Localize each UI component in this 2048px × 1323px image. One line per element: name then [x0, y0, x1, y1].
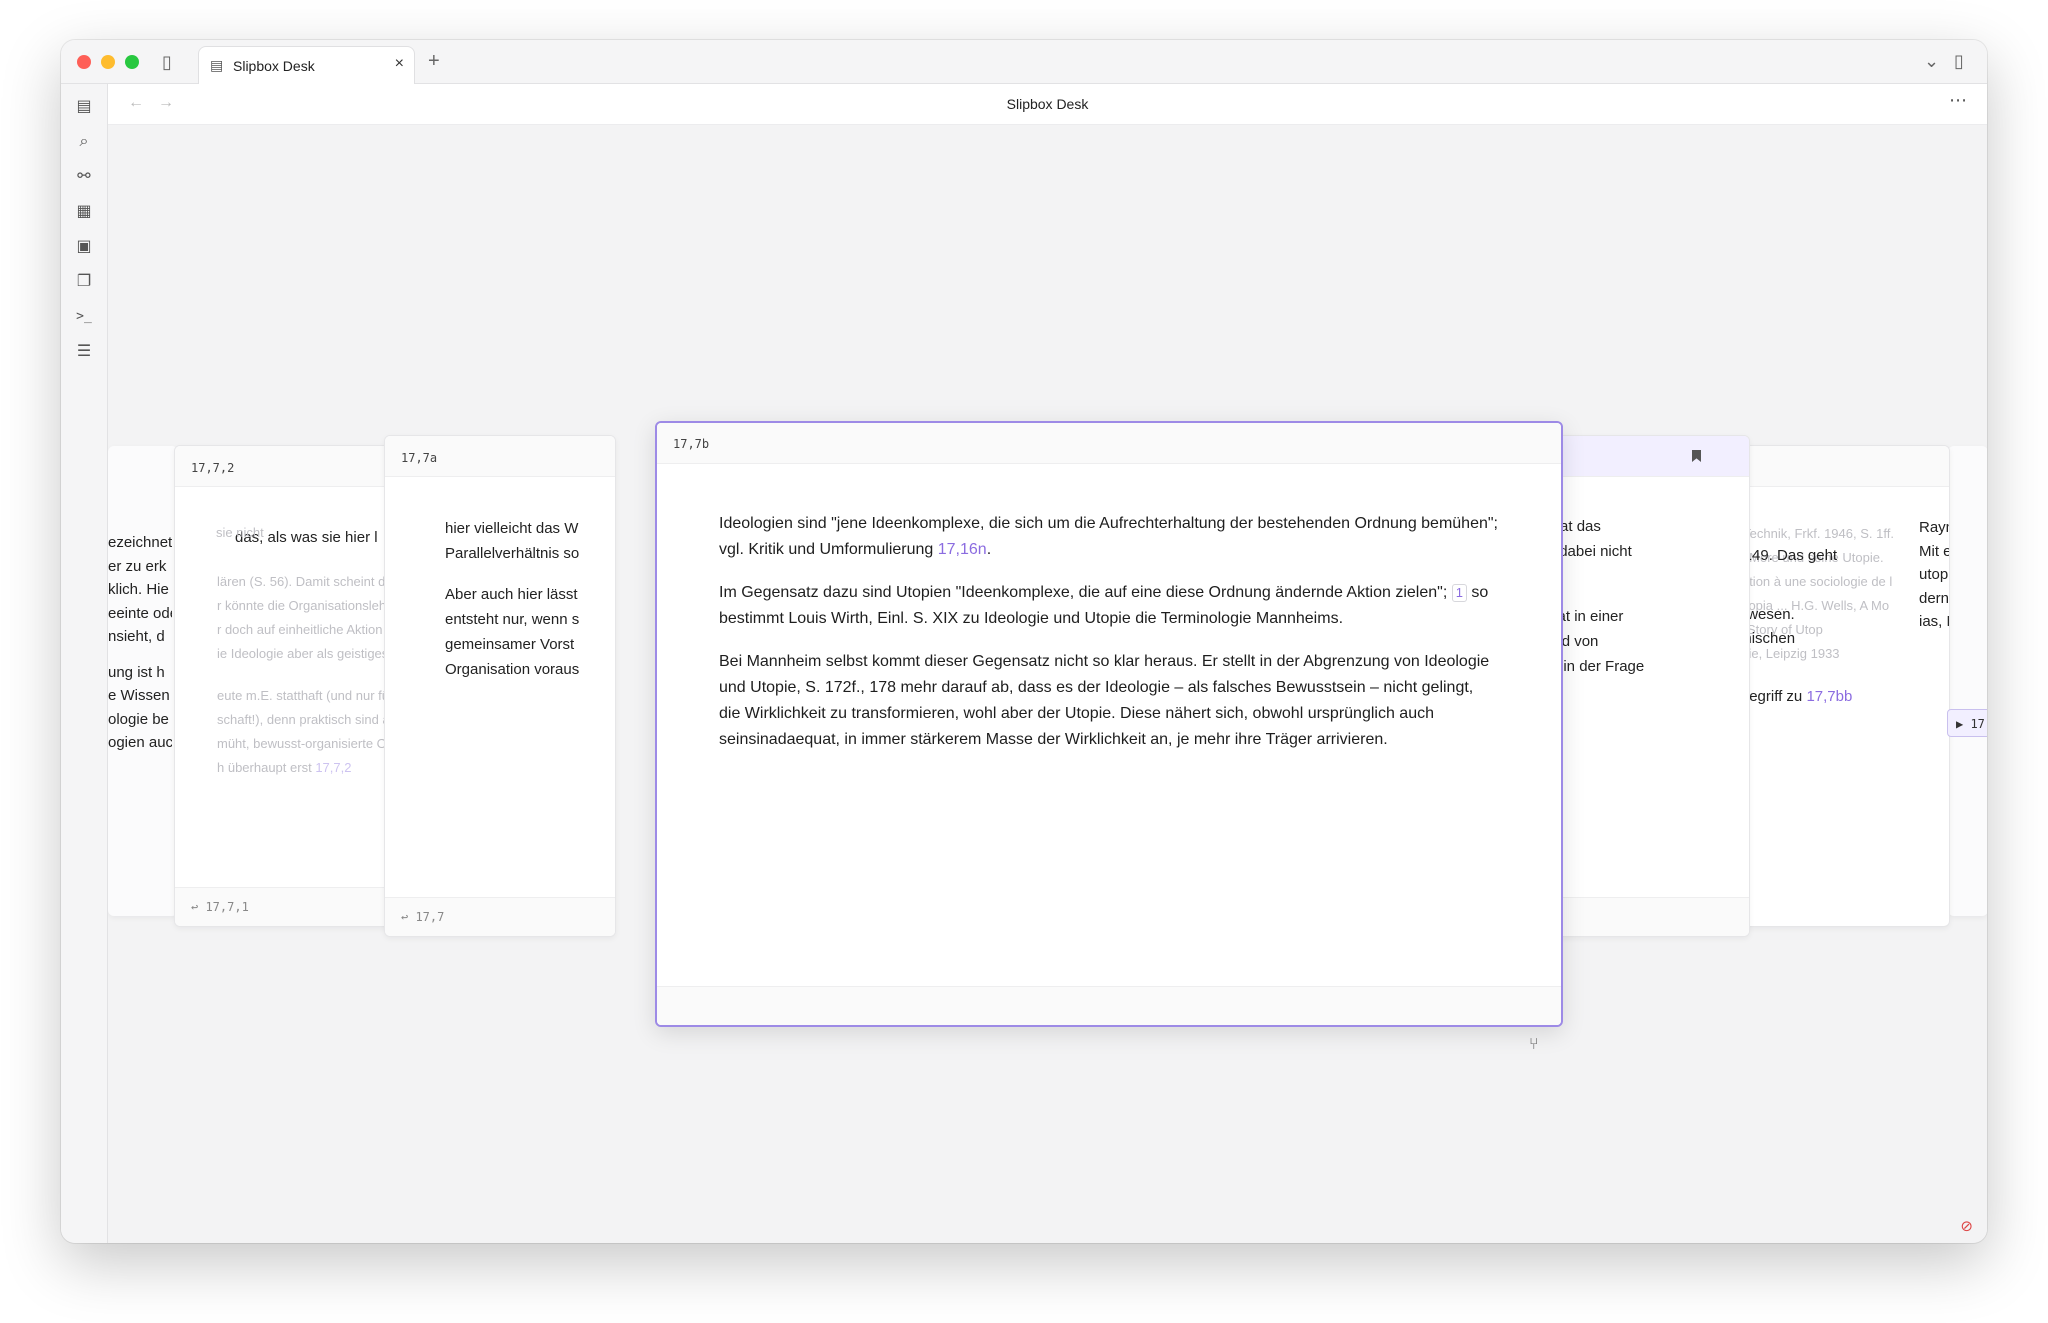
maximize-window-button[interactable]: [125, 55, 139, 69]
card-link[interactable]: 17,7,2: [315, 760, 351, 775]
sidebar-right-icon[interactable]: ▯: [1954, 52, 1964, 70]
card-text: utopie, C: [1919, 566, 1949, 583]
close-window-button[interactable]: [77, 55, 91, 69]
grid-icon[interactable]: ▦: [73, 201, 95, 223]
card-text: ezeichnet: [108, 534, 172, 551]
more-icon[interactable]: ⋯: [1949, 90, 1967, 111]
card-text: Aber auch hier lässt: [445, 586, 578, 603]
paragraph-text: .: [986, 541, 992, 558]
card-text: ias, New: [1919, 613, 1949, 630]
title-bar: ▯ ▤ Slipbox Desk × + ⌄ ▯: [61, 40, 1987, 84]
card-text: Mit einer I: [1919, 542, 1949, 560]
paragraph-3: Bei Mannheim selbst kommt dieser Gegensa…: [719, 653, 1490, 748]
list-icon[interactable]: ☰: [73, 341, 95, 363]
archive-icon: ▤: [210, 57, 224, 73]
card-text: er zu erk: [108, 557, 167, 575]
page-title: Slipbox Desk: [1006, 96, 1089, 112]
card-far-right[interactable]: [1948, 446, 1987, 916]
archive-icon[interactable]: ▤: [73, 96, 95, 118]
card-text: Parallelverhältnis so: [445, 545, 580, 562]
footnote-ref[interactable]: 1: [1451, 584, 1467, 602]
card-ghost-text: sie nicht: [216, 525, 264, 540]
card-ghost-text: müht, bewusst-organisierte O: [217, 736, 387, 751]
card-text: eeinte ode: [108, 604, 172, 622]
file-search-icon[interactable]: ⌕: [73, 131, 95, 153]
branch-icon[interactable]: ⑂: [1529, 1036, 1539, 1054]
card-footer: ↩ 17,7: [385, 897, 615, 936]
card-text: hier vielleicht das W: [445, 520, 579, 537]
close-icon[interactable]: ×: [395, 55, 404, 73]
card-ghost-text: lären (S. 56). Damit scheint di: [217, 574, 389, 589]
card-text: entsteht nur, wenn s: [445, 611, 580, 628]
paragraph-1: Ideologien sind "jene Ideenkomplexe, die…: [719, 511, 1499, 563]
card-clipped-column: Raymon Mit einer I utopie, C dern Utop i…: [1919, 516, 1950, 634]
card-text: ung ist h: [108, 663, 165, 681]
card-body[interactable]: Ideologien sind "jene Ideenkomplexe, die…: [719, 511, 1499, 770]
card-ghost-text: r könnte die Organisationslehr: [217, 598, 391, 613]
backlink-17-7[interactable]: ↩ 17,7: [401, 910, 444, 924]
card-17-7b[interactable]: 17,7b Ideologien sind "jene Ideenkomplex…: [655, 421, 1563, 1027]
paragraph-2: Im Gegensatz dazu sind Utopien "Ideenkom…: [719, 580, 1499, 632]
view-header: ← → Slipbox Desk ⋯: [108, 84, 1987, 125]
minimize-window-button[interactable]: [101, 55, 115, 69]
left-ribbon: ▤ ⌕ ⚯ ▦ ▣ ❐ >_ ☰: [61, 84, 108, 1243]
sidebar-icon[interactable]: ▯: [162, 53, 172, 71]
card-header: 17,7b: [657, 423, 1561, 464]
backlink-17-7-1[interactable]: ↩ 17,7,1: [191, 900, 249, 914]
card-text: dern Utop: [1919, 589, 1950, 607]
copy-icon[interactable]: ❐: [73, 271, 95, 293]
card-link-17-7bb[interactable]: 17,7bb: [1806, 688, 1852, 705]
card-ghost-text: schaft!), denn praktisch sind a: [217, 712, 390, 727]
card-text: klich. Hie: [108, 581, 169, 598]
tab-title: Slipbox Desk: [233, 58, 315, 74]
paragraph-text: Ideologien sind "jene Ideenkomplexe, die…: [719, 515, 1498, 558]
card-text: nsieht, d: [108, 628, 165, 645]
plus-icon[interactable]: +: [428, 51, 440, 71]
sync-off-icon[interactable]: ⊘: [1960, 1217, 1973, 1235]
paragraph-text: Im Gegensatz dazu sind Utopien "Ideenkom…: [719, 584, 1448, 601]
card-id: 17,7b: [673, 437, 710, 451]
card-ghost-text: h überhaupt erst: [217, 760, 312, 775]
folgezettel-badge[interactable]: ▶ 17,17c1m: [1947, 709, 1987, 737]
card-header: 17,7a: [385, 436, 615, 477]
graph-icon[interactable]: ⚯: [73, 166, 95, 188]
app-window: ▯ ▤ Slipbox Desk × + ⌄ ▯ ▤ ⌕ ⚯ ▦ ▣ ❐ >_ …: [61, 40, 1987, 1243]
bookmark-icon[interactable]: [1692, 450, 1701, 462]
card-text: e Wissen: [108, 687, 170, 704]
calendar-icon[interactable]: ▣: [73, 236, 95, 258]
backlink-label: 17,7: [415, 910, 445, 924]
link-17-16n[interactable]: 17,16n: [938, 541, 987, 558]
far-left-text-column: ezeichnet er zu erk klich. Hie eeinte od…: [108, 531, 172, 755]
card-ghost-text: ie Ideologie aber als geistiges: [217, 646, 389, 661]
card-17-7a[interactable]: 17,7a hier vielleicht das W Parallelverh…: [384, 435, 616, 937]
card-footer: [657, 986, 1561, 1025]
slipbox-canvas: 17,7,2 das, als was sie hier l lären (S.…: [108, 125, 1987, 1243]
card-text: ologie be: [108, 710, 169, 728]
tab-slipbox-desk[interactable]: ▤ Slipbox Desk ×: [198, 46, 415, 84]
card-ghost-text: h überhaupt erst 17,7,2: [217, 760, 351, 775]
card-id: 17,7a: [401, 451, 438, 465]
card-id: 17,7,2: [191, 461, 235, 475]
card-text: ogien auc: [108, 734, 172, 751]
card-text: Raymon: [1919, 519, 1949, 536]
chevron-down-icon[interactable]: ⌄: [1924, 52, 1939, 70]
terminal-icon[interactable]: >_: [73, 306, 95, 328]
card-ghost-text: eute m.E. statthaft (und nur fü: [217, 688, 389, 703]
card-text: gemeinsamer Vorst: [445, 636, 575, 653]
card-text: Organisation voraus: [445, 661, 580, 678]
backlink-label: 17,7,1: [205, 900, 249, 914]
card-ghost-text: r doch auf einheitliche Aktion: [217, 622, 383, 637]
card-body: hier vielleicht das W Parallelverhältnis…: [445, 516, 595, 682]
